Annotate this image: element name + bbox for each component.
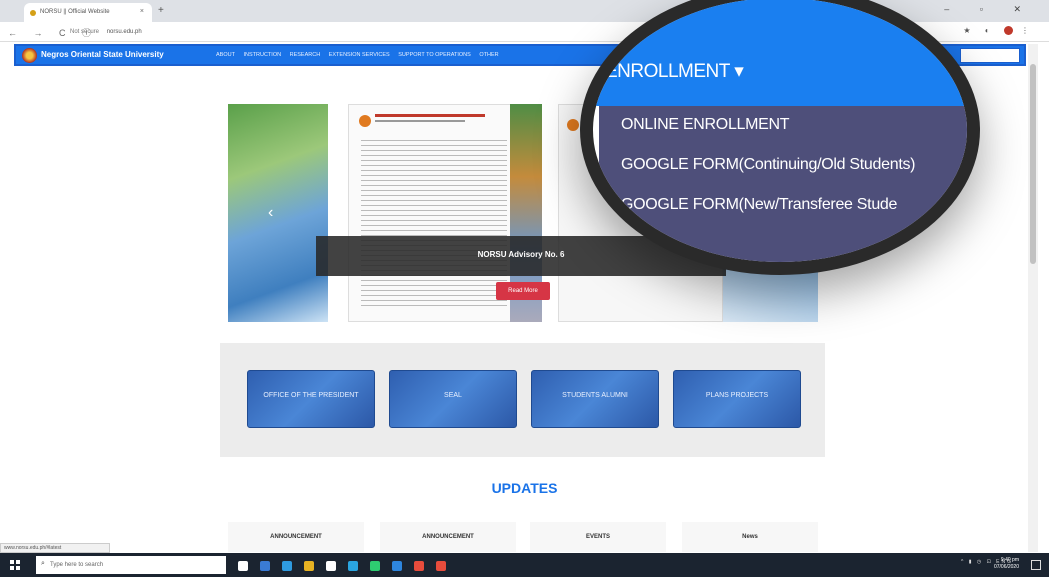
quick-link-plans-projects[interactable]: Plans Projects xyxy=(673,370,801,428)
search-icon: ⌕ xyxy=(41,560,45,567)
menu-support[interactable]: SUPPORT TO OPERATIONS xyxy=(398,52,471,58)
seal-icon xyxy=(567,119,579,131)
quick-link-seal[interactable]: Seal xyxy=(389,370,517,428)
menu-research[interactable]: RESEARCH xyxy=(290,52,321,58)
tab-title: NORSU || Official Website xyxy=(40,9,110,15)
browser-tools[interactable]: ★ ◐ ⋮ xyxy=(963,26,1035,36)
taskbar-app-icon[interactable] xyxy=(238,561,248,571)
taskbar-apps xyxy=(238,558,458,576)
browser-tab[interactable]: NORSU || Official Website × xyxy=(24,3,152,22)
quick-links-panel: Office of the President Seal Students Al… xyxy=(220,343,825,457)
update-card-announcement-2[interactable]: ANNOUNCEMENT xyxy=(380,522,516,552)
taskbar-clock[interactable]: 9:40 pm 07/06/2020 xyxy=(994,557,1019,571)
taskbar-app-icon[interactable] xyxy=(282,561,292,571)
favicon-icon xyxy=(30,10,36,16)
status-url: www.norsu.edu.ph/#latest xyxy=(0,543,110,553)
site-brand[interactable]: Negros Oriental State University xyxy=(41,50,164,59)
clock-time: 9:40 pm xyxy=(1000,557,1019,563)
doc-text-lines xyxy=(361,140,507,310)
notification-icon[interactable] xyxy=(1031,560,1041,570)
menu-item-online-enrollment[interactable]: ONLINE ENROLLMENT xyxy=(621,116,790,134)
taskbar-app-icon[interactable] xyxy=(392,561,402,571)
main-menu: ABOUT INSTRUCTION RESEARCH EXTENSION SER… xyxy=(216,52,506,58)
taskbar-app-icon[interactable] xyxy=(326,561,336,571)
taskbar-app-icon[interactable] xyxy=(414,561,424,571)
menu-about[interactable]: ABOUT xyxy=(216,52,235,58)
menu-extension[interactable]: EXTENSION SERVICES xyxy=(329,52,390,58)
profile-avatar[interactable] xyxy=(1003,26,1013,36)
menu-item-google-form-new[interactable]: GOOGLE FORM(New/Transferee Stude xyxy=(621,196,897,214)
update-card-events[interactable]: EVENTS xyxy=(530,522,666,552)
new-tab-button[interactable]: + xyxy=(158,5,164,16)
windows-taskbar: ⌕ Type here to search ^ ▮ ◷ ⊡ ENG 9:40 p… xyxy=(0,553,1049,577)
advisory-document-image xyxy=(348,104,518,322)
update-card-announcement[interactable]: ANNOUNCEMENT xyxy=(228,522,364,552)
scrollbar-thumb[interactable] xyxy=(1030,64,1036,264)
url-text: norsu.edu.ph xyxy=(106,29,142,35)
seal-icon xyxy=(359,115,371,127)
quick-link-president[interactable]: Office of the President xyxy=(247,370,375,428)
magnifier-overlay: ENROLLMENT ▾ ONLINE ENROLLMENT GOOGLE FO… xyxy=(580,0,980,275)
menu-other[interactable]: OTHER xyxy=(479,52,498,58)
taskbar-app-icon[interactable] xyxy=(260,561,270,571)
carousel-prev-icon[interactable]: ‹ xyxy=(268,204,273,222)
taskbar-app-icon[interactable] xyxy=(304,561,314,571)
doc-subheader-line xyxy=(375,120,465,122)
taskbar-app-icon[interactable] xyxy=(436,561,446,571)
read-more-button[interactable]: Read More xyxy=(496,282,550,300)
taskbar-search-input[interactable]: ⌕ Type here to search xyxy=(36,556,226,574)
close-tab-icon[interactable]: × xyxy=(140,8,144,15)
enrollment-menu[interactable]: ENROLLMENT ▾ xyxy=(605,60,744,83)
site-search-input[interactable] xyxy=(960,48,1020,63)
university-logo[interactable] xyxy=(22,48,37,63)
updates-heading: UPDATES xyxy=(491,480,558,496)
taskbar-search-placeholder: Type here to search xyxy=(50,562,104,568)
doc-header-line xyxy=(375,114,485,117)
windows-start-icon[interactable] xyxy=(10,560,20,570)
magnified-navbar: ENROLLMENT ▾ xyxy=(593,0,967,106)
update-card-news[interactable]: News xyxy=(682,522,818,552)
quick-link-students-alumni[interactable]: Students Alumni xyxy=(531,370,659,428)
taskbar-app-icon[interactable] xyxy=(370,561,380,571)
security-label[interactable]: Not secure xyxy=(70,29,99,35)
menu-item-google-form-continuing[interactable]: GOOGLE FORM(Continuing/Old Students) xyxy=(621,156,916,174)
taskbar-app-icon[interactable] xyxy=(348,561,358,571)
menu-instruction[interactable]: INSTRUCTION xyxy=(243,52,281,58)
carousel-image-left xyxy=(228,104,328,322)
page-scrollbar[interactable] xyxy=(1028,44,1038,552)
clock-date: 07/06/2020 xyxy=(993,564,1019,570)
